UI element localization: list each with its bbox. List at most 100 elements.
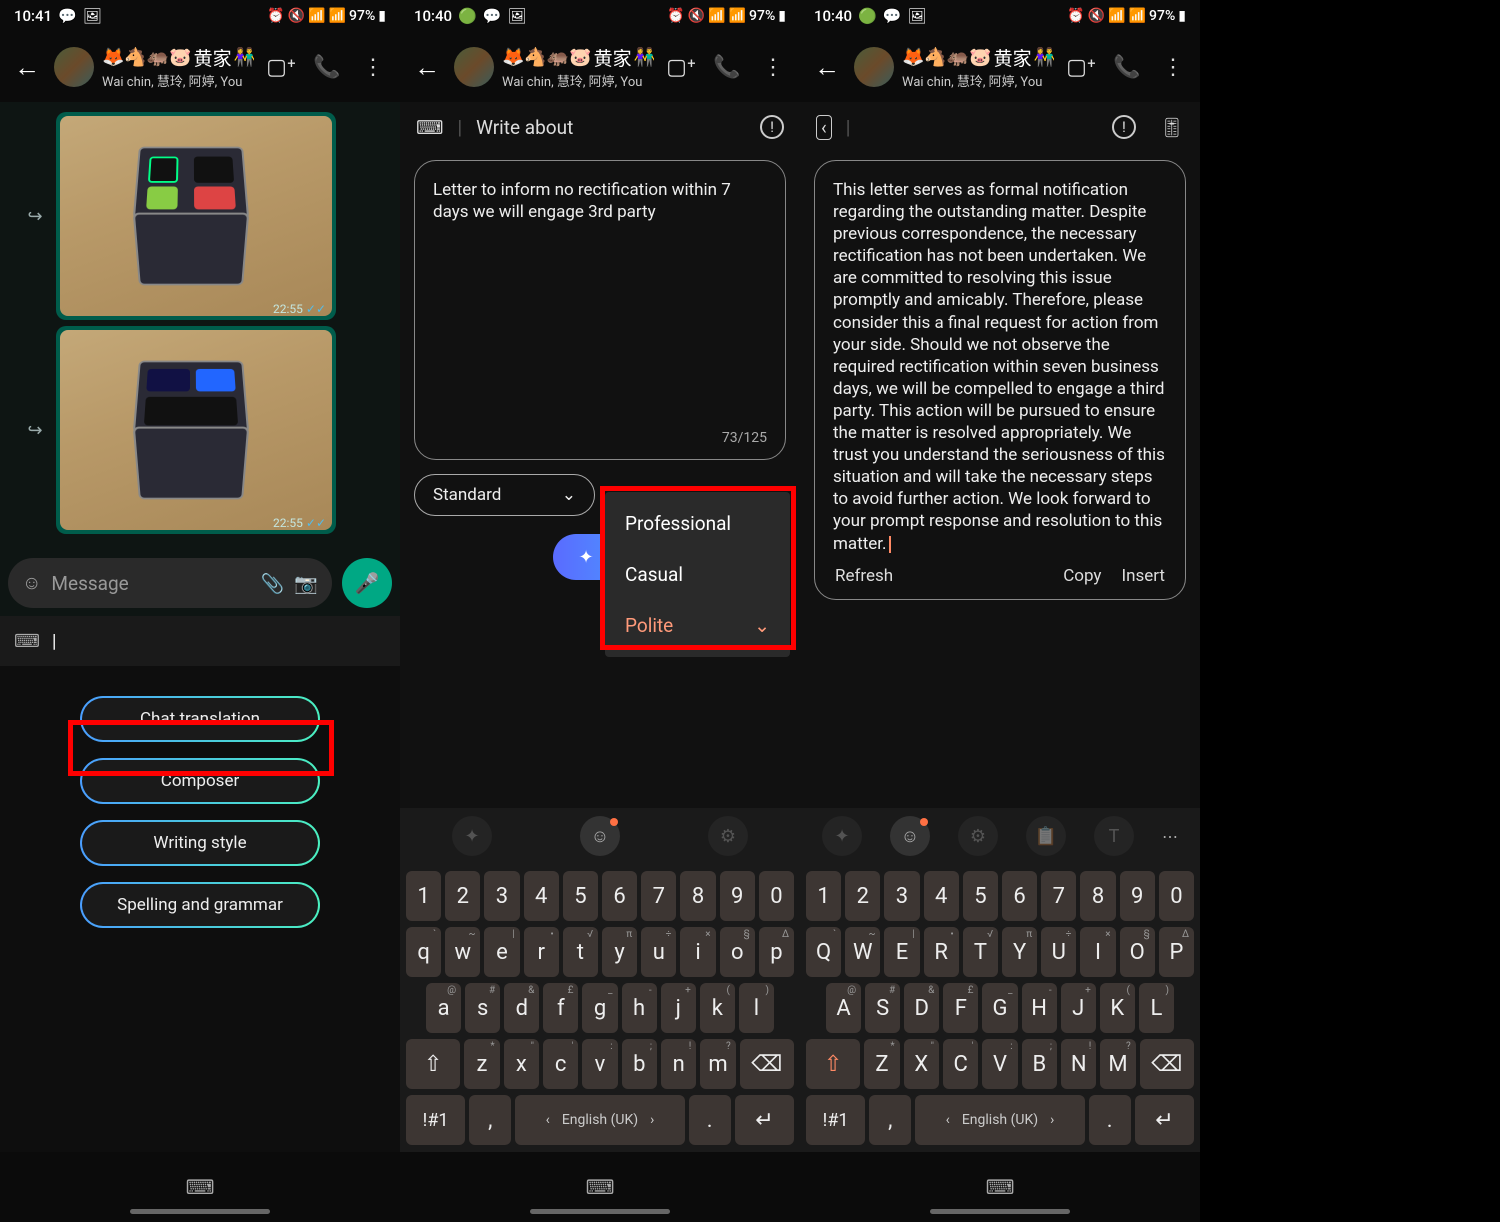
attach-icon[interactable]: 📎 bbox=[261, 572, 285, 595]
key-9[interactable]: 9 bbox=[1120, 871, 1155, 921]
voice-call-icon[interactable]: 📞 bbox=[308, 55, 346, 80]
key-l[interactable]: l) bbox=[739, 983, 774, 1033]
key-Q[interactable]: Q` bbox=[806, 927, 841, 977]
nav-handle[interactable] bbox=[530, 1209, 670, 1214]
key-t[interactable]: t√ bbox=[563, 927, 598, 977]
nav-handle[interactable] bbox=[130, 1209, 270, 1214]
key-5[interactable]: 5 bbox=[563, 871, 598, 921]
nav-handle[interactable] bbox=[930, 1209, 1070, 1214]
key-4[interactable]: 4 bbox=[924, 871, 959, 921]
key-j[interactable]: j+ bbox=[661, 983, 696, 1033]
more-icon[interactable]: ⋮ bbox=[1154, 55, 1192, 80]
back-arrow-icon[interactable]: ← bbox=[408, 48, 446, 87]
keyboard-toggle-icon[interactable]: ⌨ bbox=[586, 1175, 615, 1199]
key-E[interactable]: E| bbox=[884, 927, 919, 977]
key-u[interactable]: u÷ bbox=[641, 927, 676, 977]
video-call-icon[interactable]: ▢⁺ bbox=[262, 55, 300, 80]
shift-key[interactable]: ⇧ bbox=[406, 1039, 460, 1089]
ai-sparkle-icon[interactable]: ✦ bbox=[452, 816, 492, 856]
insert-button[interactable]: Insert bbox=[1121, 565, 1165, 587]
key-4[interactable]: 4 bbox=[524, 871, 559, 921]
key-i[interactable]: i× bbox=[680, 927, 715, 977]
more-icon[interactable]: ⋮ bbox=[754, 55, 792, 80]
back-arrow-icon[interactable]: ← bbox=[8, 48, 46, 87]
video-call-icon[interactable]: ▢⁺ bbox=[1062, 55, 1100, 80]
key-B[interactable]: B; bbox=[1022, 1039, 1057, 1089]
back-arrow-icon[interactable]: ← bbox=[808, 48, 846, 87]
key-x[interactable]: x" bbox=[504, 1039, 539, 1089]
refresh-button[interactable]: Refresh bbox=[835, 565, 893, 587]
key-c[interactable]: c' bbox=[543, 1039, 578, 1089]
group-avatar[interactable] bbox=[54, 47, 94, 87]
key-O[interactable]: O§ bbox=[1120, 927, 1155, 977]
key-r[interactable]: r• bbox=[524, 927, 559, 977]
key-f[interactable]: f£ bbox=[543, 983, 578, 1033]
key-X[interactable]: X" bbox=[904, 1039, 939, 1089]
key-L[interactable]: L) bbox=[1139, 983, 1174, 1033]
key-p[interactable]: p∆ bbox=[759, 927, 794, 977]
option-spelling[interactable]: Spelling and grammar bbox=[80, 882, 320, 928]
key-A[interactable]: A@ bbox=[826, 983, 861, 1033]
key-C[interactable]: C' bbox=[943, 1039, 978, 1089]
collapse-icon[interactable]: ‹ bbox=[816, 115, 832, 140]
key-e[interactable]: e| bbox=[484, 927, 519, 977]
period-key[interactable]: . bbox=[1089, 1095, 1131, 1145]
key-1[interactable]: 1 bbox=[806, 871, 841, 921]
forward-icon[interactable]: ↪ bbox=[20, 206, 50, 227]
key-k[interactable]: k( bbox=[700, 983, 735, 1033]
key-P[interactable]: P∆ bbox=[1159, 927, 1194, 977]
key-S[interactable]: S# bbox=[865, 983, 900, 1033]
prompt-textarea[interactable]: Letter to inform no rectification within… bbox=[414, 160, 786, 460]
keyboard-icon[interactable]: ⌨ bbox=[14, 631, 40, 652]
voice-call-icon[interactable]: 📞 bbox=[1108, 55, 1146, 80]
key-9[interactable]: 9 bbox=[720, 871, 755, 921]
key-z[interactable]: z* bbox=[464, 1039, 499, 1089]
result-textarea[interactable]: This letter serves as formal notificatio… bbox=[814, 160, 1186, 600]
camera-icon[interactable]: 📷 bbox=[294, 572, 318, 595]
space-key[interactable]: ‹English (UK)› bbox=[915, 1095, 1084, 1145]
emoji-suggest-icon[interactable]: ☺ bbox=[890, 816, 930, 856]
ai-sparkle-icon[interactable]: ✦ bbox=[822, 816, 862, 856]
key-J[interactable]: J+ bbox=[1061, 983, 1096, 1033]
video-call-icon[interactable]: ▢⁺ bbox=[662, 55, 700, 80]
shift-key-active[interactable]: ⇧ bbox=[806, 1039, 860, 1089]
key-F[interactable]: F£ bbox=[943, 983, 978, 1033]
key-y[interactable]: yπ bbox=[602, 927, 637, 977]
enter-key[interactable]: ↵ bbox=[735, 1095, 794, 1145]
key-G[interactable]: G_ bbox=[982, 983, 1017, 1033]
clipboard-icon[interactable]: 📋 bbox=[1026, 816, 1066, 856]
key-o[interactable]: o§ bbox=[720, 927, 755, 977]
key-q[interactable]: q` bbox=[406, 927, 441, 977]
emoji-icon[interactable]: ☺ bbox=[22, 571, 41, 595]
key-3[interactable]: 3 bbox=[884, 871, 919, 921]
key-Z[interactable]: Z* bbox=[864, 1039, 899, 1089]
key-g[interactable]: g_ bbox=[582, 983, 617, 1033]
chat-title-area[interactable]: 🦊🐴🦛🐷黄家👫👬… Wai chin, 慧玲, 阿婷, You bbox=[502, 44, 654, 90]
key-K[interactable]: K( bbox=[1100, 983, 1135, 1033]
settings-sliders-icon[interactable]: 🎚 bbox=[1160, 116, 1184, 139]
option-composer[interactable]: Composer bbox=[80, 758, 320, 804]
chat-messages[interactable]: ↪ 22:55✓✓ ↪ 22:55✓✓ bbox=[0, 102, 400, 550]
key-2[interactable]: 2 bbox=[845, 871, 880, 921]
key-a[interactable]: a@ bbox=[426, 983, 461, 1033]
key-3[interactable]: 3 bbox=[484, 871, 519, 921]
key-8[interactable]: 8 bbox=[1080, 871, 1115, 921]
sent-image-1[interactable]: 22:55✓✓ bbox=[56, 112, 336, 320]
keyboard-toggle-icon[interactable]: ⌨ bbox=[986, 1175, 1015, 1199]
more-icon[interactable]: ⋮ bbox=[354, 55, 392, 80]
key-H[interactable]: H- bbox=[1022, 983, 1057, 1033]
key-d[interactable]: d& bbox=[504, 983, 539, 1033]
tone-professional[interactable]: Professional bbox=[605, 498, 790, 549]
key-2[interactable]: 2 bbox=[445, 871, 480, 921]
message-input[interactable]: ☺ Message 📎 📷 bbox=[8, 558, 332, 608]
key-h[interactable]: h- bbox=[622, 983, 657, 1033]
backspace-key[interactable]: ⌫ bbox=[740, 1039, 794, 1089]
group-avatar[interactable] bbox=[854, 47, 894, 87]
chat-title-area[interactable]: 🦊🐴🦛🐷 黄家 👫👬 … Wai chin, 慧玲, 阿婷, You bbox=[102, 44, 254, 90]
emoji-suggest-icon[interactable]: ☺ bbox=[580, 816, 620, 856]
more-suggest-icon[interactable]: ⋯ bbox=[1162, 827, 1178, 846]
key-v[interactable]: v: bbox=[582, 1039, 617, 1089]
key-1[interactable]: 1 bbox=[406, 871, 441, 921]
key-m[interactable]: m? bbox=[700, 1039, 735, 1089]
key-T[interactable]: T√ bbox=[963, 927, 998, 977]
